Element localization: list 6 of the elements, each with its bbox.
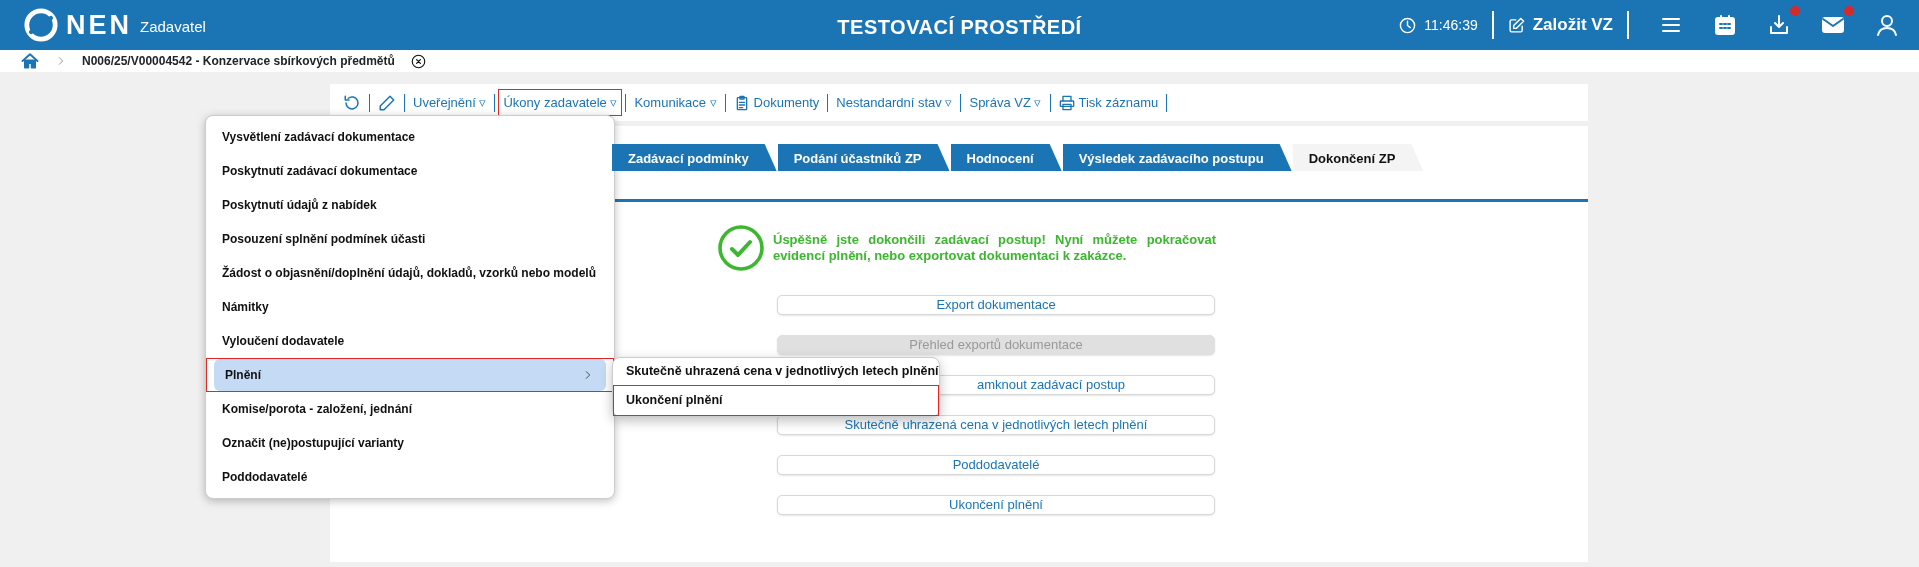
clock-time: 11:46:39 xyxy=(1424,15,1478,35)
subtitle: Zadavatel xyxy=(140,16,206,37)
environment-title: TESTOVACÍ PROSTŘEDÍ xyxy=(837,16,1082,38)
logo-text: NEN xyxy=(66,11,132,39)
breadcrumb-title: N006/25/V00004542 - Konzervace sbírkových předmětů xyxy=(82,53,395,70)
success-message: Úspěšně jste dokončili zadávací postup! Nyní můžete pokračovat evidencí plnění, nebo exportovat dokumentaci k zakázce. xyxy=(773,232,1216,264)
